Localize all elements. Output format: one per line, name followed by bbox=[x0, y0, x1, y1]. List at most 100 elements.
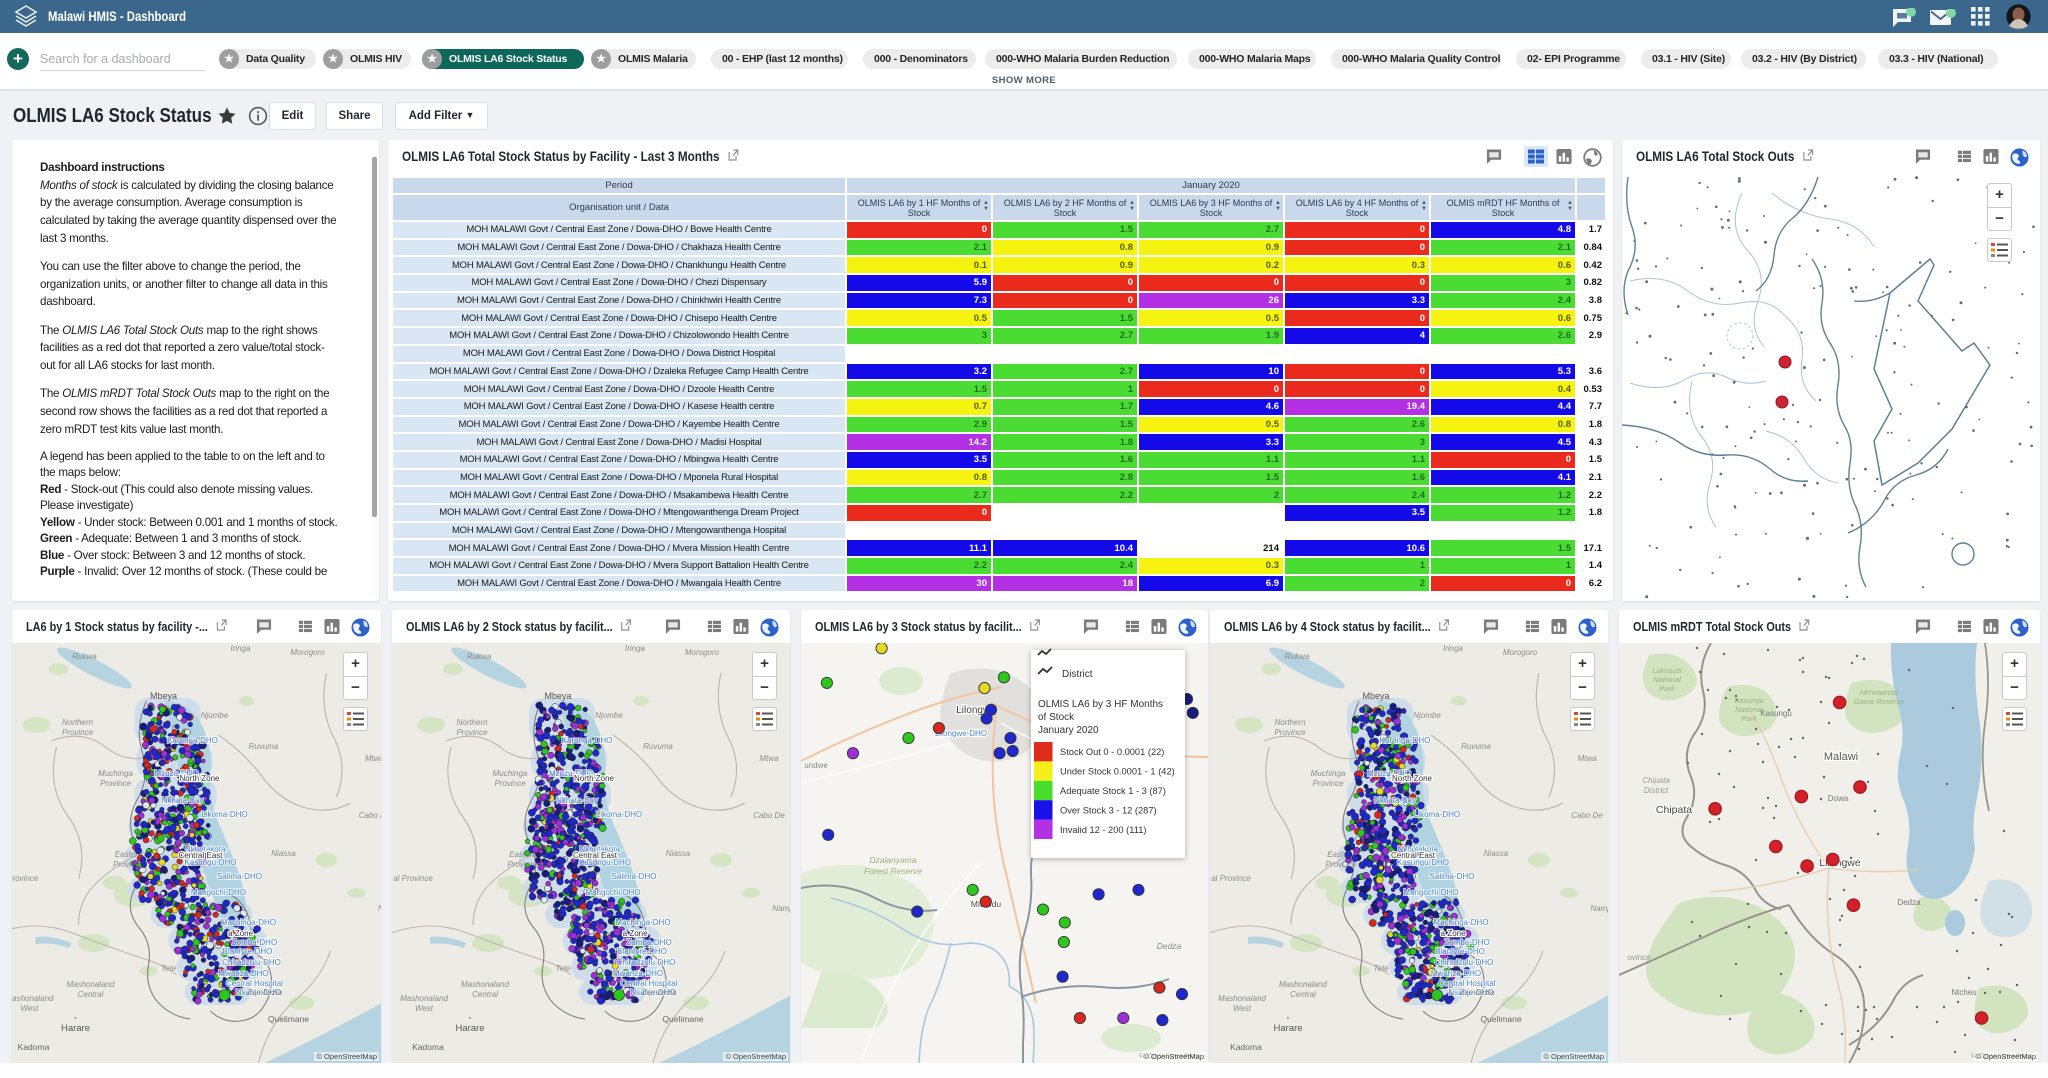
svg-text:West: West bbox=[415, 1004, 434, 1013]
svg-text:Lilongwe: Lilongwe bbox=[1819, 857, 1861, 869]
svg-text:Province: Province bbox=[1312, 779, 1344, 788]
svg-text:al Province: al Province bbox=[1211, 874, 1251, 883]
svg-text:Northern: Northern bbox=[1274, 718, 1306, 727]
svg-text:Cabo De: Cabo De bbox=[359, 811, 381, 820]
svg-text:National: National bbox=[1735, 705, 1763, 714]
svg-text:Chiradzulu-DHO: Chiradzulu-DHO bbox=[1435, 958, 1494, 967]
svg-text:Cabo De: Cabo De bbox=[1571, 811, 1603, 820]
svg-text:Mtwa: Mtwa bbox=[759, 754, 779, 763]
svg-text:North Zone: North Zone bbox=[179, 774, 220, 783]
svg-text:Province: Province bbox=[1325, 860, 1357, 869]
svg-text:a Zone: a Zone bbox=[226, 929, 254, 938]
svg-text:Central: Central bbox=[1290, 990, 1316, 999]
svg-text:Chipata: Chipata bbox=[1642, 776, 1670, 785]
svg-text:Adequate Stock 1 - 3 (87): Adequate Stock 1 - 3 (87) bbox=[1060, 786, 1166, 796]
svg-text:Zomba-DHO: Zomba-DHO bbox=[232, 938, 277, 947]
svg-text:Chiradzulu-DHO: Chiradzulu-DHO bbox=[222, 958, 281, 967]
svg-text:Morogoro: Morogoro bbox=[290, 648, 325, 657]
svg-text:West: West bbox=[1233, 1004, 1252, 1013]
svg-text:Njombe: Njombe bbox=[201, 711, 229, 720]
svg-text:Muchinga: Muchinga bbox=[98, 769, 133, 778]
svg-text:Mangochi-DHO: Mangochi-DHO bbox=[585, 888, 640, 897]
svg-text:Dedza: Dedza bbox=[1157, 941, 1182, 951]
svg-text:Nkhotakota: Nkhotakota bbox=[1860, 688, 1898, 697]
svg-text:Namp: Namp bbox=[1590, 904, 1608, 913]
svg-text:Tete: Tete bbox=[161, 964, 177, 973]
svg-text:undwe: undwe bbox=[804, 761, 828, 770]
svg-text:Mtwa: Mtwa bbox=[365, 754, 381, 763]
svg-text:Kasungu: Kasungu bbox=[1760, 709, 1792, 718]
svg-text:Mbeya: Mbeya bbox=[150, 691, 177, 701]
svg-text:Mangochi-DHO: Mangochi-DHO bbox=[191, 888, 246, 897]
svg-text:Iringa: Iringa bbox=[1443, 644, 1464, 653]
svg-text:Invalid 12 - 200 (111): Invalid 12 - 200 (111) bbox=[1060, 825, 1146, 835]
svg-text:Dowa: Dowa bbox=[1828, 794, 1849, 803]
svg-text:Forest Reserve: Forest Reserve bbox=[864, 866, 922, 876]
svg-text:Salima-DHO: Salima-DHO bbox=[217, 872, 262, 881]
svg-text:Karonga-DHO: Karonga-DHO bbox=[167, 736, 218, 745]
svg-text:al Province: al Province bbox=[12, 874, 39, 883]
svg-text:of Stock: of Stock bbox=[1038, 712, 1075, 723]
svg-text:Niassa: Niassa bbox=[666, 849, 691, 858]
svg-text:Blantyre-DHO: Blantyre-DHO bbox=[1435, 947, 1485, 956]
svg-text:a Zone: a Zone bbox=[620, 929, 648, 938]
svg-text:Likoma-DHO: Likoma-DHO bbox=[201, 810, 247, 819]
svg-text:Mwanza-DHO: Mwanza-DHO bbox=[218, 969, 268, 978]
svg-text:Namp: Namp bbox=[772, 904, 790, 913]
svg-text:Karonga-DHO: Karonga-DHO bbox=[1380, 736, 1431, 745]
svg-text:al Province: al Province bbox=[393, 874, 433, 883]
svg-text:Province: Province bbox=[100, 779, 132, 788]
svg-text:North Zone: North Zone bbox=[574, 774, 615, 783]
svg-text:Central East: Central East bbox=[1391, 851, 1436, 860]
svg-text:Harare: Harare bbox=[61, 1023, 90, 1034]
svg-text:Likoma-DHO: Likoma-DHO bbox=[596, 810, 642, 819]
svg-text:OLMIS LA6 by 3 HF Months: OLMIS LA6 by 3 HF Months bbox=[1038, 699, 1163, 710]
svg-text:January 2020: January 2020 bbox=[1038, 725, 1099, 736]
svg-text:Under Stock 0.0001 - 1 (42): Under Stock 0.0001 - 1 (42) bbox=[1060, 767, 1175, 777]
svg-text:Ruvuma: Ruvuma bbox=[249, 742, 279, 751]
svg-text:Quelimane: Quelimane bbox=[268, 1014, 309, 1024]
svg-text:Malawi: Malawi bbox=[1824, 751, 1858, 763]
svg-text:Namp: Namp bbox=[378, 904, 381, 913]
svg-text:Rukwa: Rukwa bbox=[467, 652, 492, 661]
svg-text:Mashonaland: Mashonaland bbox=[66, 980, 115, 989]
svg-text:Mashonaland: Mashonaland bbox=[1279, 980, 1328, 989]
svg-text:Muchinga: Muchinga bbox=[493, 769, 528, 778]
svg-text:Central East: Central East bbox=[178, 851, 223, 860]
svg-text:West: West bbox=[20, 1004, 39, 1013]
svg-text:Niassa: Niassa bbox=[271, 849, 296, 858]
svg-text:Lukusuzi: Lukusuzi bbox=[1652, 666, 1682, 675]
svg-text:Morogoro: Morogoro bbox=[1503, 648, 1538, 657]
svg-text:Stock Out 0 - 0.0001 (22): Stock Out 0 - 0.0001 (22) bbox=[1060, 747, 1164, 757]
svg-text:Zambezia: Zambezia bbox=[246, 988, 283, 997]
svg-text:Dedza: Dedza bbox=[1897, 898, 1921, 907]
svg-text:Central Hospital: Central Hospital bbox=[226, 979, 283, 988]
svg-text:Ruvuma: Ruvuma bbox=[1461, 742, 1491, 751]
svg-text:Mashonaland: Mashonaland bbox=[12, 994, 54, 1003]
svg-text:Park: Park bbox=[1741, 714, 1758, 723]
svg-text:ovince: ovince bbox=[1627, 953, 1651, 962]
svg-text:Quelimane: Quelimane bbox=[662, 1014, 703, 1024]
svg-text:Zambezia: Zambezia bbox=[640, 988, 677, 997]
svg-text:Kadoma: Kadoma bbox=[412, 1042, 444, 1052]
svg-text:Northern: Northern bbox=[456, 718, 488, 727]
svg-text:Blantyre-DHO: Blantyre-DHO bbox=[617, 947, 667, 956]
svg-text:Blantyre-DHO: Blantyre-DHO bbox=[223, 947, 273, 956]
svg-text:Mashonaland: Mashonaland bbox=[400, 994, 449, 1003]
svg-text:Mwanza-DHO: Mwanza-DHO bbox=[1431, 969, 1481, 978]
svg-text:Province: Province bbox=[1274, 728, 1306, 737]
svg-text:Central Hospital: Central Hospital bbox=[621, 979, 678, 988]
svg-text:Province: Province bbox=[62, 728, 94, 737]
svg-text:Park: Park bbox=[1659, 684, 1676, 693]
svg-text:Iringa: Iringa bbox=[625, 644, 646, 653]
svg-text:Kadoma: Kadoma bbox=[1230, 1042, 1262, 1052]
svg-text:Morogoro: Morogoro bbox=[685, 648, 720, 657]
svg-text:Likoma-DHO: Likoma-DHO bbox=[1414, 810, 1460, 819]
svg-text:Mbeya: Mbeya bbox=[1362, 691, 1389, 701]
svg-text:Ruvuma: Ruvuma bbox=[643, 742, 673, 751]
svg-text:Harare: Harare bbox=[1273, 1023, 1302, 1034]
svg-text:Njombe: Njombe bbox=[1413, 711, 1441, 720]
svg-text:Central: Central bbox=[472, 990, 498, 999]
svg-text:Muchinga: Muchinga bbox=[1311, 769, 1346, 778]
svg-text:Dzalanyama: Dzalanyama bbox=[869, 855, 917, 865]
